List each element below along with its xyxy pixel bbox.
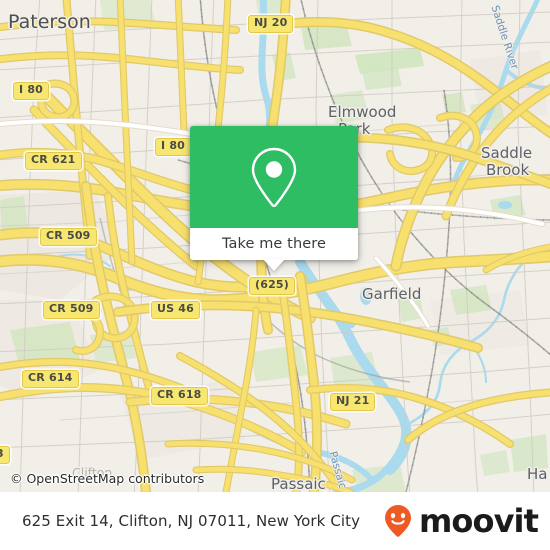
take-me-there-button[interactable]: Take me there	[190, 228, 358, 260]
moovit-brand[interactable]: moovit	[378, 501, 539, 541]
map-canvas[interactable]: .rdcase { fill:none; stroke:#E0C96A; str…	[0, 0, 550, 492]
footer-bar: 625 Exit 14, Clifton, NJ 07011, New York…	[0, 492, 550, 550]
moovit-smiley-pin-icon	[384, 505, 411, 537]
card-pointer-tail	[263, 259, 285, 271]
moovit-wordmark: moovit	[418, 502, 539, 540]
map-screenshot: .rdcase { fill:none; stroke:#E0C96A; str…	[0, 0, 550, 550]
take-me-there-label: Take me there	[221, 236, 327, 252]
map-pin-icon	[251, 147, 297, 208]
card-hero-banner	[190, 126, 358, 228]
osm-attribution[interactable]: © OpenStreetMap contributors	[10, 471, 204, 486]
location-info-card[interactable]: Take me there	[190, 126, 358, 271]
address-text: 625 Exit 14, Clifton, NJ 07011, New York…	[22, 512, 361, 530]
